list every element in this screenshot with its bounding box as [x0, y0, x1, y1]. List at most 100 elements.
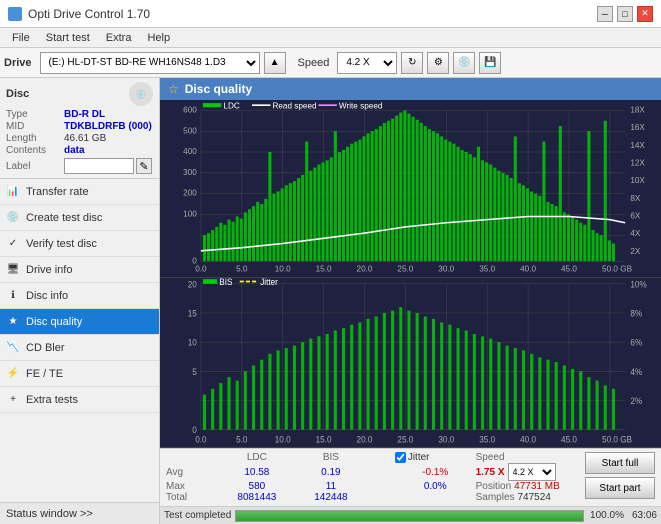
jitter-checkbox[interactable]	[395, 452, 406, 463]
svg-text:5.0: 5.0	[236, 434, 247, 445]
app-title: Opti Drive Control 1.70	[28, 7, 150, 21]
svg-text:Jitter: Jitter	[260, 278, 278, 287]
disc-button[interactable]: 💿	[453, 52, 475, 74]
svg-text:500: 500	[183, 126, 197, 135]
sidebar-item-disc-info[interactable]: ℹ Disc info	[0, 283, 159, 309]
sidebar-item-drive-info[interactable]: 🖥 Drive info	[0, 257, 159, 283]
max-bis: 11	[294, 481, 368, 492]
menu-start-test[interactable]: Start test	[38, 30, 98, 46]
disc-panel: Disc 💿 Type BD-R DL MID TDKBLDRFB (000) …	[0, 78, 159, 179]
sidebar-item-label: CD Bler	[26, 342, 65, 354]
sidebar-item-extra-tests[interactable]: + Extra tests	[0, 387, 159, 413]
svg-text:600: 600	[183, 105, 197, 114]
sidebar-item-fe-te[interactable]: ⚡ FE / TE	[0, 361, 159, 387]
svg-text:18X: 18X	[630, 105, 645, 114]
drive-label: Drive	[4, 57, 32, 69]
sidebar-item-create-test-disc[interactable]: 💿 Create test disc	[0, 205, 159, 231]
disc-title: Disc	[6, 88, 29, 100]
jitter-label: Jitter	[408, 452, 430, 463]
minimize-button[interactable]: ─	[597, 6, 613, 22]
svg-text:400: 400	[183, 147, 197, 156]
svg-text:8%: 8%	[630, 308, 642, 319]
chart-header: ☆ Disc quality	[160, 78, 661, 100]
speed-select[interactable]: 4.2 X	[337, 52, 397, 74]
bis-svg: 20 15 10 5 0 10% 8% 6% 4% 2%	[160, 278, 661, 447]
contents-key: Contents	[6, 145, 64, 156]
svg-text:2%: 2%	[630, 395, 642, 406]
samples-val: 747524	[518, 492, 551, 503]
fe-te-icon: ⚡	[6, 367, 20, 381]
refresh-button[interactable]: ↻	[401, 52, 423, 74]
chart-header-icon: ☆	[168, 82, 179, 96]
svg-text:10.0: 10.0	[275, 434, 291, 445]
svg-text:30.0: 30.0	[438, 434, 454, 445]
title-bar-left: Opti Drive Control 1.70	[8, 7, 150, 21]
start-part-button[interactable]: Start part	[585, 477, 655, 499]
avg-jitter: -0.1%	[395, 463, 476, 481]
progress-area: Test completed 100.0% 63:06	[160, 506, 661, 524]
disc-icon: 💿	[129, 82, 153, 106]
samples-label: Samples	[476, 492, 515, 503]
svg-text:15.0: 15.0	[316, 434, 332, 445]
status-window[interactable]: Status window >>	[0, 502, 159, 524]
svg-text:300: 300	[183, 168, 197, 177]
svg-text:5: 5	[192, 366, 197, 377]
maximize-button[interactable]: □	[617, 6, 633, 22]
max-ldc: 580	[220, 481, 294, 492]
chart-title: Disc quality	[185, 82, 252, 96]
ldc-header: LDC	[220, 452, 294, 463]
window-controls: ─ □ ✕	[597, 6, 653, 22]
eject-button[interactable]: ▲	[264, 52, 286, 74]
svg-text:6X: 6X	[630, 212, 640, 221]
sidebar-item-disc-quality[interactable]: ★ Disc quality	[0, 309, 159, 335]
ldc-chart: 600 500 400 300 200 100 0 18X 16X 14X 12…	[160, 100, 661, 278]
avg-label: Avg	[166, 463, 220, 481]
svg-text:20.0: 20.0	[357, 265, 373, 274]
disc-length-row: Length 46.61 GB	[6, 133, 153, 144]
svg-text:45.0: 45.0	[561, 434, 577, 445]
menu-bar: File Start test Extra Help	[0, 28, 661, 48]
label-input[interactable]	[64, 158, 134, 174]
settings-button[interactable]: ⚙	[427, 52, 449, 74]
label-edit-button[interactable]: ✎	[136, 158, 152, 174]
sidebar-item-label: Drive info	[26, 264, 72, 276]
svg-text:30.0: 30.0	[438, 265, 454, 274]
sidebar-item-verify-test-disc[interactable]: ✓ Verify test disc	[0, 231, 159, 257]
svg-text:35.0: 35.0	[479, 434, 495, 445]
sidebar-item-label: Transfer rate	[26, 186, 89, 198]
menu-file[interactable]: File	[4, 30, 38, 46]
svg-text:50.0 GB: 50.0 GB	[602, 265, 633, 274]
type-val: BD-R DL	[64, 109, 105, 120]
stats-area: LDC BIS Jitter Speed	[160, 448, 661, 506]
svg-text:35.0: 35.0	[479, 265, 495, 274]
svg-text:40.0: 40.0	[520, 434, 536, 445]
save-button[interactable]: 💾	[479, 52, 501, 74]
status-window-label: Status window >>	[6, 508, 93, 520]
mid-val: TDKBLDRFB (000)	[64, 121, 152, 132]
avg-bis: 0.19	[294, 463, 368, 481]
content-area: ☆ Disc quality	[160, 78, 661, 524]
disc-mid-row: MID TDKBLDRFB (000)	[6, 121, 153, 132]
start-full-button[interactable]: Start full	[585, 452, 655, 474]
contents-val: data	[64, 145, 85, 156]
speed-select-dropdown[interactable]: 4.2 X	[508, 463, 556, 481]
disc-header: Disc 💿	[6, 82, 153, 106]
drive-select[interactable]: (E:) HL-DT-ST BD-RE WH16NS48 1.D3	[40, 52, 260, 74]
close-button[interactable]: ✕	[637, 6, 653, 22]
svg-text:25.0: 25.0	[397, 265, 413, 274]
position-val: 47731 MB	[514, 481, 560, 492]
svg-text:0.0: 0.0	[195, 434, 206, 445]
menu-help[interactable]: Help	[139, 30, 178, 46]
sidebar-item-transfer-rate[interactable]: 📊 Transfer rate	[0, 179, 159, 205]
sidebar-item-cd-bler[interactable]: 📉 CD Bler	[0, 335, 159, 361]
transfer-icon: 📊	[6, 185, 20, 199]
total-label: Total	[166, 492, 220, 503]
progress-label: Test completed	[164, 510, 231, 521]
length-key: Length	[6, 133, 64, 144]
menu-extra[interactable]: Extra	[98, 30, 140, 46]
svg-text:40.0: 40.0	[520, 265, 536, 274]
svg-text:200: 200	[183, 189, 197, 198]
svg-text:BIS: BIS	[219, 278, 232, 287]
sidebar: Disc 💿 Type BD-R DL MID TDKBLDRFB (000) …	[0, 78, 160, 524]
svg-text:45.0: 45.0	[561, 265, 577, 274]
